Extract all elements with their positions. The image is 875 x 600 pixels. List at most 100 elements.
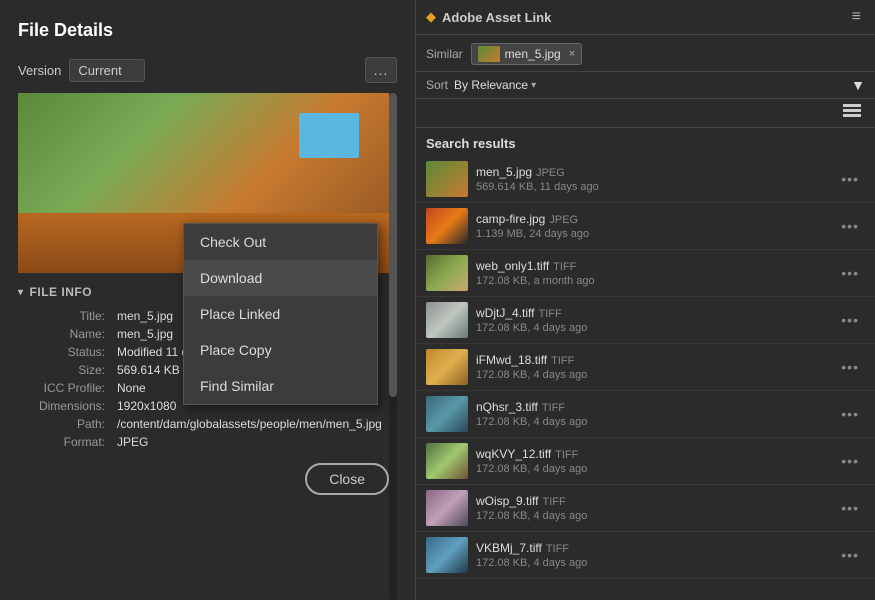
file-info-row: Format: JPEG [18,433,389,451]
result-filetype: TIFF [546,543,569,555]
info-key: Status: [18,343,113,361]
menu-item-place-copy[interactable]: Place Copy [184,332,377,368]
result-filetype: TIFF [542,402,565,414]
file-info-label: FILE INFO [30,285,93,299]
similar-chip[interactable]: men_5.jpg × [471,43,582,65]
result-filename: web_only1.tiffTIFF [476,259,827,273]
result-thumbnail [426,161,468,197]
info-key: Title: [18,307,113,325]
result-filename: wOisp_9.tiffTIFF [476,494,827,508]
result-info: iFMwd_18.tiffTIFF 172.08 KB, 4 days ago [468,353,835,381]
result-more-button[interactable]: ••• [835,451,865,471]
sort-controls: Sort By Relevance ▾ [426,78,536,92]
info-value: /content/dam/globalassets/people/men/men… [113,415,389,433]
view-toggle-row [416,99,875,128]
list-item[interactable]: iFMwd_18.tiffTIFF 172.08 KB, 4 days ago … [416,344,875,391]
sort-row: Sort By Relevance ▾ ▼ [416,72,875,99]
sort-label: Sort [426,78,448,92]
result-thumbnail [426,396,468,432]
result-filename: nQhsr_3.tiffTIFF [476,400,827,414]
close-button[interactable]: Close [305,463,389,495]
more-button[interactable]: ... [365,57,397,83]
list-item[interactable]: wDjtJ_4.tiffTIFF 172.08 KB, 4 days ago •… [416,297,875,344]
menu-item-download[interactable]: Download [184,260,377,296]
result-info: men_5.jpgJPEG 569.614 KB, 11 days ago [468,165,835,193]
menu-item-checkout[interactable]: Check Out [184,224,377,260]
similar-label: Similar [426,47,463,61]
result-thumbnail [426,255,468,291]
result-info: VKBMj_7.tiffTIFF 172.08 KB, 4 days ago [468,541,835,569]
result-filename: camp-fire.jpgJPEG [476,212,827,226]
info-key: Name: [18,325,113,343]
result-filetype: JPEG [536,167,565,179]
result-filetype: TIFF [542,496,565,508]
result-filename: iFMwd_18.tiffTIFF [476,353,827,367]
result-filename: men_5.jpgJPEG [476,165,827,179]
list-item[interactable]: men_5.jpgJPEG 569.614 KB, 11 days ago ••… [416,156,875,203]
result-more-button[interactable]: ••• [835,545,865,565]
app-title-group: ◆ Adobe Asset Link [426,9,551,25]
result-filetype: TIFF [553,261,576,273]
similar-row: Similar men_5.jpg × [416,35,875,72]
close-btn-row: Close [18,451,389,509]
result-meta: 569.614 KB, 11 days ago [476,181,827,193]
filter-icon[interactable]: ▼ [851,77,865,93]
list-item[interactable]: nQhsr_3.tiffTIFF 172.08 KB, 4 days ago •… [416,391,875,438]
result-more-button[interactable]: ••• [835,357,865,377]
sort-value-button[interactable]: By Relevance ▾ [454,78,536,92]
info-key: Format: [18,433,113,451]
result-meta: 1.139 MB, 24 days ago [476,228,827,240]
result-thumbnail [426,208,468,244]
result-meta: 172.08 KB, 4 days ago [476,322,827,334]
result-more-button[interactable]: ••• [835,216,865,236]
result-more-button[interactable]: ••• [835,310,865,330]
result-filetype: JPEG [549,214,578,226]
diamond-icon: ◆ [426,9,436,25]
result-more-button[interactable]: ••• [835,498,865,518]
result-meta: 172.08 KB, a month ago [476,275,827,287]
result-thumbnail [426,490,468,526]
result-thumbnail [426,349,468,385]
chevron-down-icon: ▾ [18,287,24,298]
list-item[interactable]: camp-fire.jpgJPEG 1.139 MB, 24 days ago … [416,203,875,250]
result-info: web_only1.tiffTIFF 172.08 KB, a month ag… [468,259,835,287]
version-select[interactable]: Current [69,59,145,82]
result-filename: wDjtJ_4.tiffTIFF [476,306,827,320]
chip-close-icon[interactable]: × [569,48,575,60]
result-meta: 172.08 KB, 4 days ago [476,369,827,381]
result-filetype: TIFF [555,449,578,461]
result-info: nQhsr_3.tiffTIFF 172.08 KB, 4 days ago [468,400,835,428]
version-label: Version [18,63,61,78]
list-item[interactable]: wOisp_9.tiffTIFF 172.08 KB, 4 days ago •… [416,485,875,532]
result-thumbnail [426,537,468,573]
result-more-button[interactable]: ••• [835,263,865,283]
result-thumbnail [426,302,468,338]
menu-item-find-similar[interactable]: Find Similar [184,368,377,404]
result-info: wqKVY_12.tiffTIFF 172.08 KB, 4 days ago [468,447,835,475]
view-toggle-button[interactable] [839,102,865,124]
sort-chevron-icon: ▾ [531,80,536,91]
result-info: camp-fire.jpgJPEG 1.139 MB, 24 days ago [468,212,835,240]
info-key: Size: [18,361,113,379]
result-meta: 172.08 KB, 4 days ago [476,510,827,522]
chip-thumbnail [478,46,500,62]
app-title: Adobe Asset Link [442,10,551,25]
result-filetype: TIFF [538,308,561,320]
hamburger-menu-button[interactable]: ≡ [848,6,865,28]
context-menu: Check Out Download Place Linked Place Co… [183,223,378,405]
info-key: Dimensions: [18,397,113,415]
list-item[interactable]: web_only1.tiffTIFF 172.08 KB, a month ag… [416,250,875,297]
version-row: Version Current ... [18,57,397,83]
result-more-button[interactable]: ••• [835,169,865,189]
result-more-button[interactable]: ••• [835,404,865,424]
menu-item-place-linked[interactable]: Place Linked [184,296,377,332]
result-thumbnail [426,443,468,479]
list-item[interactable]: VKBMj_7.tiffTIFF 172.08 KB, 4 days ago •… [416,532,875,579]
result-filetype: TIFF [551,355,574,367]
right-panel: ◆ Adobe Asset Link ≡ Similar men_5.jpg ×… [415,0,875,600]
list-item[interactable]: wqKVY_12.tiffTIFF 172.08 KB, 4 days ago … [416,438,875,485]
chip-filename: men_5.jpg [505,47,561,61]
result-meta: 172.08 KB, 4 days ago [476,557,827,569]
info-key: Path: [18,415,113,433]
result-info: wDjtJ_4.tiffTIFF 172.08 KB, 4 days ago [468,306,835,334]
